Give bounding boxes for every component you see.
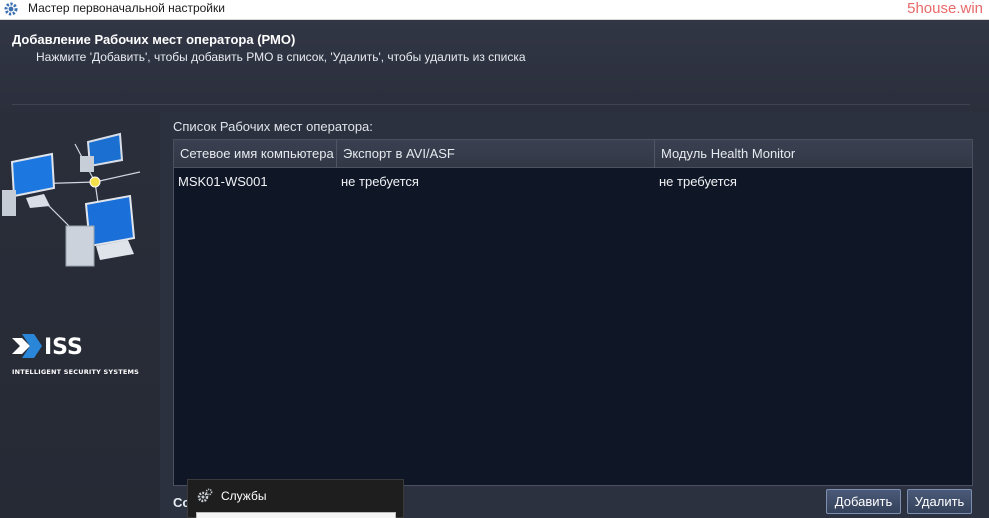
remove-button[interactable]: Удалить [907,489,972,514]
title-bar: Мастер первоначальной настройки 5house.w… [0,0,989,20]
column-header-export[interactable]: Экспорт в AVI/ASF [337,140,655,168]
services-window-preview[interactable]: Службы [187,479,404,518]
cell-computer-name: MSK01-WS001 [178,174,268,189]
column-header-health-monitor[interactable]: Модуль Health Monitor [655,140,972,168]
operator-workstations-table[interactable]: Сетевое имя компьютера Экспорт в AVI/ASF… [173,139,973,486]
services-window-title: Службы [221,489,267,503]
header-divider [12,104,970,105]
page-title: Добавление Рабочих мест оператора (РМО) [12,32,296,47]
page-subtitle: Нажмите 'Добавить', чтобы добавить РМО в… [36,50,526,64]
operator-list-label: Список Рабочих мест оператора: [173,119,373,134]
app-gear-icon [4,2,18,16]
table-row[interactable]: MSK01-WS001 не требуется не требуется [174,170,972,194]
services-window-thumbnail [196,512,396,518]
left-branding-panel: ISS INTELLIGENT SECURITY SYSTEMS [0,112,160,518]
table-header: Сетевое имя компьютера Экспорт в AVI/ASF… [174,140,972,168]
network-computers-icon [2,132,141,267]
wizard-header: Добавление Рабочих мест оператора (РМО) … [0,20,989,112]
cell-export: не требуется [341,174,419,189]
iss-logo: ISS [12,334,83,360]
window-title: Мастер первоначальной настройки [28,1,225,15]
watermark: 5house.win [907,0,983,17]
logo-text: ISS [44,335,83,360]
logo-tagline: INTELLIGENT SECURITY SYSTEMS [12,368,140,376]
add-button[interactable]: Добавить [826,489,901,514]
cell-health-monitor: не требуется [659,174,737,189]
column-header-computer-name[interactable]: Сетевое имя компьютера [174,140,337,168]
gear-icon [197,488,213,503]
